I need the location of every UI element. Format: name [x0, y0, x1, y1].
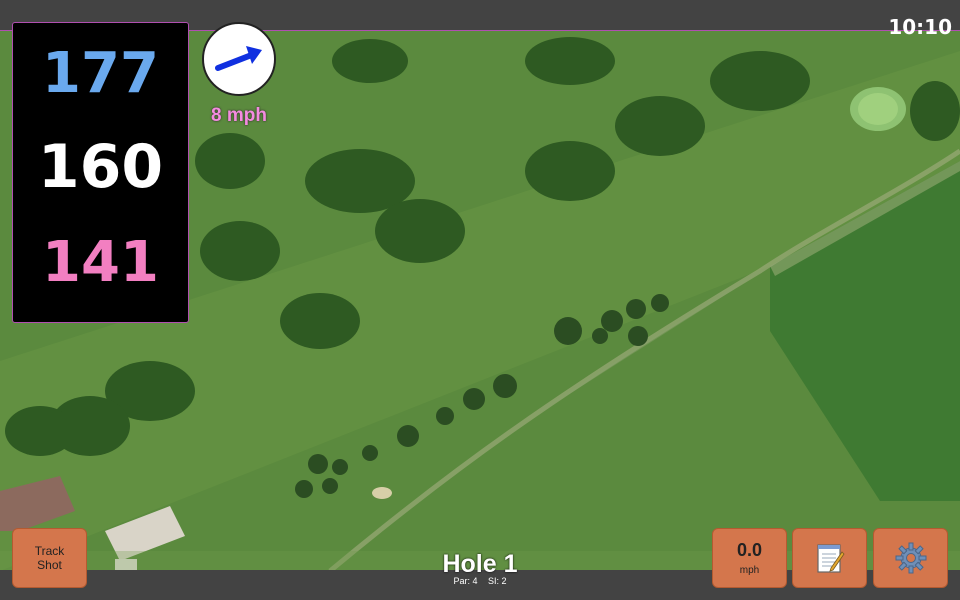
yardage-panel: 177 160 141: [12, 22, 189, 323]
track-shot-button[interactable]: Track Shot: [12, 528, 87, 588]
notes-button[interactable]: [792, 528, 867, 588]
front-yardage: 141: [42, 230, 159, 295]
wind-indicator: [202, 22, 276, 96]
wind-speed-label: 8 mph: [211, 105, 267, 126]
middle-yardage: 160: [37, 132, 164, 202]
hole-info: Hole 1 Par: 4 SI: 2: [380, 551, 580, 586]
settings-button[interactable]: [873, 528, 948, 588]
speed-value: 0.0: [736, 540, 763, 560]
speed-unit: mph: [739, 565, 760, 576]
back-yardage: 177: [42, 41, 159, 106]
hole-par: Par: 4: [453, 576, 478, 586]
status-time: 10:10: [888, 15, 952, 39]
hole-title: Hole 1: [442, 550, 518, 578]
hole-meta: Par: 4 SI: 2: [380, 576, 580, 586]
hole-si: SI: 2: [488, 576, 507, 586]
gear-icon: [895, 542, 926, 574]
track-shot-label-line2: Shot: [37, 558, 62, 572]
track-shot-label-line1: Track: [34, 544, 65, 558]
speed-button[interactable]: 0.0 mph: [712, 528, 787, 588]
wind-direction-arrow-icon: [215, 46, 262, 71]
notepad-icon: [816, 544, 845, 573]
